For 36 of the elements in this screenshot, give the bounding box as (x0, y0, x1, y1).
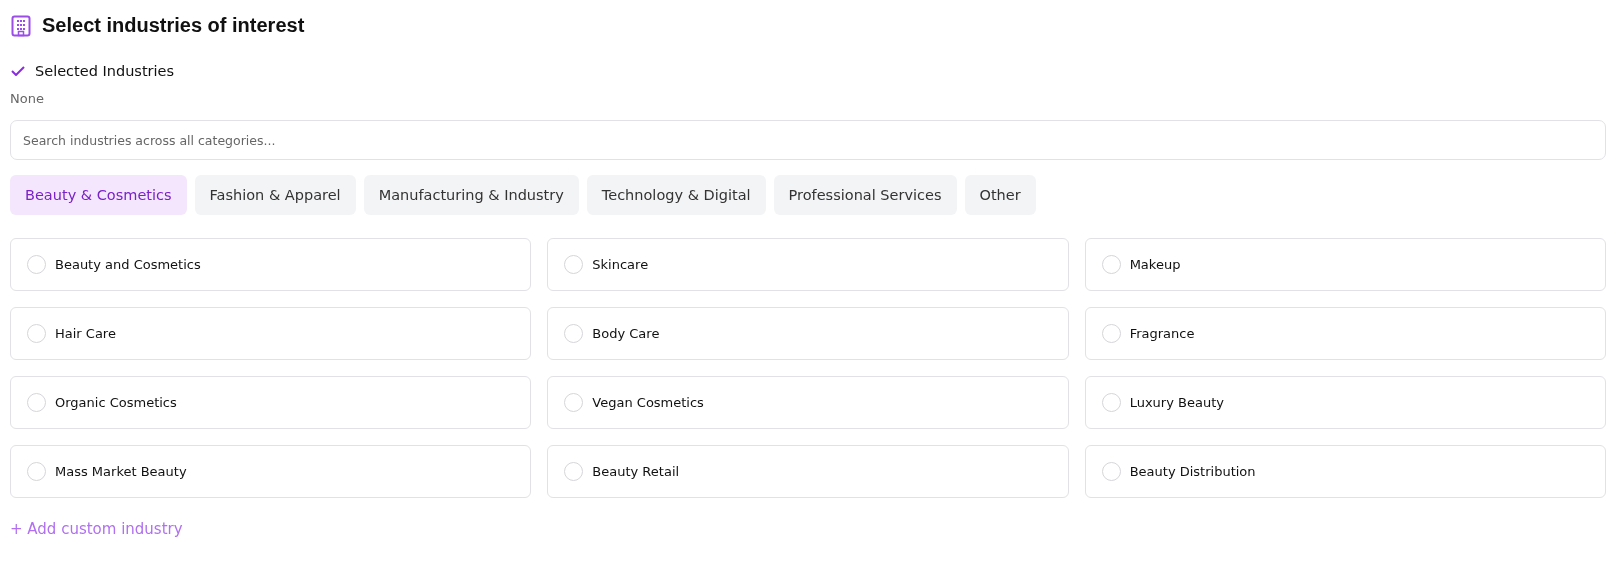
category-tab[interactable]: Professional Services (773, 175, 957, 215)
option-label: Makeup (1129, 257, 1181, 272)
industry-option[interactable]: Vegan Cosmetics (547, 376, 1069, 429)
industry-option[interactable]: Beauty Distribution (1084, 445, 1606, 498)
option-label: Mass Market Beauty (55, 464, 187, 479)
category-tab[interactable]: Other (964, 175, 1036, 215)
industry-option[interactable]: Hair Care (10, 307, 532, 360)
option-label: Fragrance (1129, 326, 1195, 341)
option-label: Vegan Cosmetics (592, 395, 704, 410)
page-title: Select industries of interest (42, 14, 305, 37)
section-label: Selected Industries (35, 63, 175, 79)
industry-option[interactable]: Skincare (547, 238, 1069, 291)
industry-option[interactable]: Luxury Beauty (1084, 376, 1606, 429)
industry-option[interactable]: Makeup (1084, 238, 1606, 291)
option-label: Luxury Beauty (1129, 395, 1224, 410)
option-label: Organic Cosmetics (55, 395, 177, 410)
industry-option[interactable]: Fragrance (1084, 307, 1606, 360)
option-label: Beauty Retail (592, 464, 680, 479)
category-tab[interactable]: Fashion & Apparel (194, 175, 356, 215)
option-label: Beauty and Cosmetics (55, 257, 201, 272)
category-tab[interactable]: Beauty & Cosmetics (10, 175, 187, 215)
industry-option[interactable]: Body Care (547, 307, 1069, 360)
industry-option[interactable]: Mass Market Beauty (10, 445, 532, 498)
industry-option[interactable]: Organic Cosmetics (10, 376, 532, 429)
option-label: Hair Care (55, 326, 116, 341)
category-tab[interactable]: Technology & Digital (586, 175, 766, 215)
category-tab[interactable]: Manufacturing & Industry (363, 175, 579, 215)
building-icon (11, 14, 31, 37)
option-label: Body Care (592, 326, 660, 341)
option-label: Skincare (592, 257, 649, 272)
check-icon (11, 66, 25, 76)
selected-value: None (10, 91, 45, 106)
industry-option[interactable]: Beauty and Cosmetics (10, 238, 532, 291)
industry-option[interactable]: Beauty Retail (547, 445, 1069, 498)
search-field[interactable]: Search industries across all categories... (10, 120, 1606, 160)
option-label: Beauty Distribution (1129, 464, 1256, 479)
